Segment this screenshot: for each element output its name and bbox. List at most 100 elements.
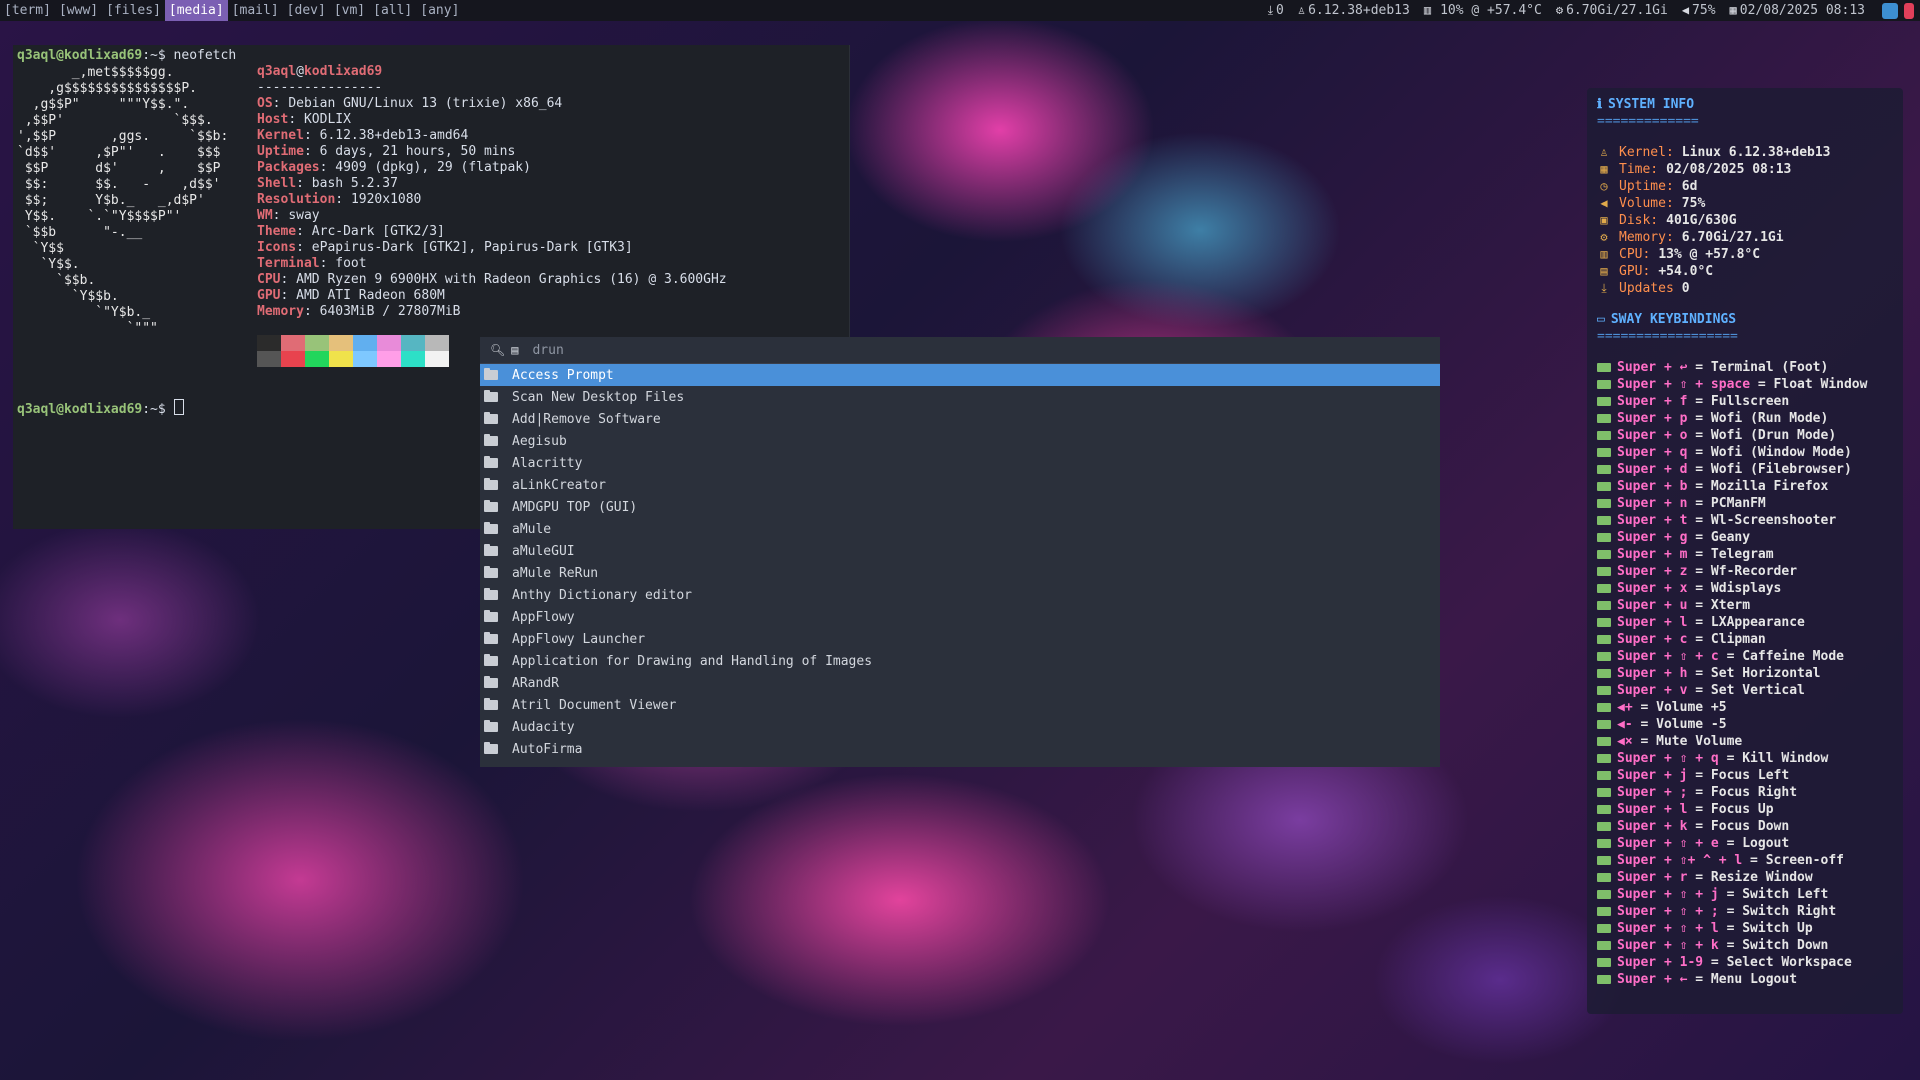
keybinding-row: Super + k = Focus Down (1597, 818, 1893, 835)
keybindings-underline: ================== (1597, 329, 1738, 344)
wofi-result-label: Application for Drawing and Handling of … (512, 653, 873, 669)
system-info-row: ◷ Uptime: 6d (1597, 178, 1893, 195)
wofi-result-item[interactable]: Aegisub (480, 430, 1440, 452)
keybinding-row: Super + l = LXAppearance (1597, 614, 1893, 631)
keyboard-icon (1597, 618, 1611, 627)
wofi-result-item[interactable]: Add|Remove Software (480, 408, 1440, 430)
ascii-line: $$: $$. - ,d$$' (17, 177, 221, 192)
color-swatch (401, 335, 425, 351)
application-icon (484, 368, 498, 380)
keybinding-keys: Super + b (1617, 479, 1688, 494)
color-swatch (305, 335, 329, 351)
wofi-results-list: Access Prompt Scan New Desktop Files Add|R… (480, 364, 1440, 760)
keybinding-row: Super + ← = Menu Logout (1597, 971, 1893, 988)
terminal-cursor (173, 399, 184, 415)
keybinding-action: = Clipman (1687, 632, 1766, 647)
keyboard-icon (1597, 431, 1611, 440)
workspace-button[interactable]: [media] (164, 0, 228, 21)
keybinding-keys: Super + ↩ (1617, 360, 1688, 375)
keybinding-row: Super + ⇧ + k = Switch Down (1597, 937, 1893, 954)
keybinding-text: Super + ⇧ + c = Caffeine Mode (1617, 648, 1844, 665)
wofi-result-label: AppFlowy Launcher (512, 631, 646, 647)
clock-indicator[interactable]: ▦ 02/08/2025 08:13 (1730, 0, 1865, 21)
keyboard-icon (1597, 414, 1611, 423)
keybinding-keys: Super + ← (1617, 972, 1688, 987)
keybinding-keys: Super + n (1617, 496, 1688, 511)
workspace-button[interactable]: [term] (0, 0, 55, 21)
workspace-button[interactable]: [mail] (228, 0, 283, 21)
wofi-result-item[interactable]: aMule ReRun (480, 562, 1440, 584)
keybinding-keys: Super + h (1617, 666, 1688, 681)
keybinding-keys: Super + ⇧ + j (1617, 887, 1719, 902)
keybinding-action: = Focus Down (1687, 819, 1790, 834)
neofetch-colon: : (272, 96, 289, 111)
neofetch-colon: : (296, 176, 312, 191)
keybinding-row: Super + ; = Focus Right (1597, 784, 1893, 801)
workspace-button[interactable]: [vm] (330, 0, 369, 21)
ascii-line: `Y$$b. (17, 289, 119, 304)
neofetch-value: ePapirus-Dark [GTK2], Papirus-Dark [GTK3… (311, 240, 633, 255)
wofi-result-item[interactable]: aLinkCreator (480, 474, 1440, 496)
keybinding-keys: Super + p (1617, 411, 1688, 426)
wofi-search-input[interactable] (530, 341, 1335, 359)
keybinding-keys: ◀- (1617, 717, 1633, 732)
disk-icon: ▣ (1600, 213, 1608, 227)
wofi-result-item[interactable]: aMule (480, 518, 1440, 540)
wofi-search-bar[interactable]: 🔍︎ ▤ (480, 337, 1440, 364)
workspace-button[interactable]: [all] (369, 0, 416, 21)
keybinding-keys: Super + j (1617, 768, 1688, 783)
wofi-result-label: aMule (512, 521, 552, 537)
keybinding-row: Super + ⇧ + j = Switch Left (1597, 886, 1893, 903)
keybinding-action: = Wofi (Run Mode) (1687, 411, 1829, 426)
tray-icon-app[interactable] (1904, 2, 1914, 19)
wofi-result-item[interactable]: AutoFirma (480, 738, 1440, 760)
workspace-button[interactable]: [files] (102, 0, 165, 21)
wofi-result-label: Anthy Dictionary editor (512, 587, 693, 603)
neofetch-value: foot (335, 256, 367, 271)
wofi-result-item[interactable]: Scan New Desktop Files (480, 386, 1440, 408)
wofi-result-item[interactable]: AppFlowy (480, 606, 1440, 628)
wofi-result-item[interactable]: AMDGPU TOP (GUI) (480, 496, 1440, 518)
keybinding-keys: Super + ; (1617, 785, 1688, 800)
keybinding-action: = Switch Up (1718, 921, 1813, 936)
keybinding-row: Super + m = Telegram (1597, 546, 1893, 563)
wofi-result-item[interactable]: Audacity (480, 716, 1440, 738)
neofetch-row: Terminal: foot (257, 256, 727, 272)
application-icon (484, 676, 498, 688)
keybindings-list: Super + ↩ = Terminal (Foot) Super + ⇧ + s… (1597, 359, 1893, 988)
workspace-button[interactable]: [www] (55, 0, 102, 21)
wofi-result-item[interactable]: Access Prompt (480, 364, 1440, 386)
wofi-launcher: 🔍︎ ▤ Access Prompt Scan New Desktop Files… (480, 337, 1440, 767)
keyboard-icon (1597, 975, 1611, 984)
workspace-button[interactable]: [any] (416, 0, 463, 21)
wofi-result-label: AMDGPU TOP (GUI) (512, 499, 638, 515)
wofi-result-item[interactable]: aMuleGUI (480, 540, 1440, 562)
keybinding-text: Super + j = Focus Left (1617, 767, 1789, 784)
neofetch-key: WM (257, 208, 273, 223)
neofetch-key: Kernel (257, 128, 304, 143)
keybinding-row: Super + h = Set Horizontal (1597, 665, 1893, 682)
wofi-result-item[interactable]: Atril Document Viewer (480, 694, 1440, 716)
updates-indicator[interactable]: ⤓ 0 (1268, 0, 1284, 21)
neofetch-header: q3aql@kodlixad69 (257, 64, 383, 79)
wofi-result-item[interactable]: Application for Drawing and Handling of … (480, 650, 1440, 672)
keyboard-icon (1597, 686, 1611, 695)
color-swatch (281, 351, 305, 367)
keyboard-icon (1597, 958, 1611, 967)
tray-icon-network[interactable] (1882, 2, 1898, 19)
neofetch-value: AMD ATI Radeon 680M (296, 288, 445, 303)
workspace-button[interactable]: [dev] (283, 0, 330, 21)
wofi-result-item[interactable]: Anthy Dictionary editor (480, 584, 1440, 606)
neofetch-key: Icons (257, 240, 297, 255)
keybinding-text: Super + ⇧ + k = Switch Down (1617, 937, 1828, 954)
keybinding-text: Super + 1-9 = Select Workspace (1617, 954, 1852, 971)
keybinding-row: Super + ⇧ + l = Switch Up (1597, 920, 1893, 937)
volume-indicator[interactable]: ◀ 75% (1682, 0, 1716, 21)
system-info-label: Updates (1619, 281, 1674, 296)
keybinding-text: Super + ⇧ + ; = Switch Right (1617, 903, 1836, 920)
wofi-result-item[interactable]: ARandR (480, 672, 1440, 694)
wofi-result-item[interactable]: Alacritty (480, 452, 1440, 474)
wofi-result-item[interactable]: AppFlowy Launcher (480, 628, 1440, 650)
system-info-label: Kernel: (1619, 145, 1674, 160)
keybinding-text: Super + l = LXAppearance (1617, 614, 1805, 631)
